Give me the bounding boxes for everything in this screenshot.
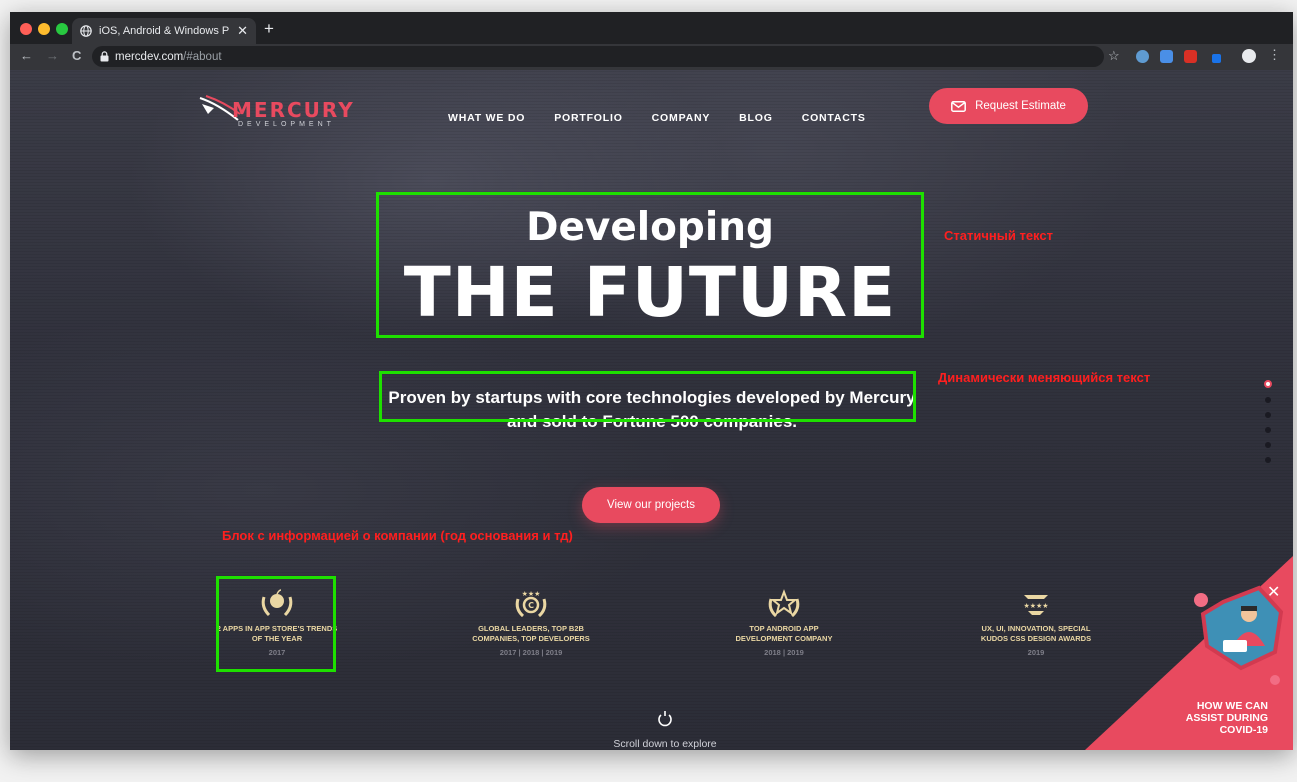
svg-text:★★★★: ★★★★ [1023, 602, 1048, 610]
award-year: 2018 | 2019 [764, 648, 804, 657]
mercury-logo[interactable]: MERCURY DEVELOPMENT [198, 92, 368, 132]
browser-tab[interactable]: iOS, Android & Windows Phone ✕ [72, 18, 256, 44]
award-text: TOP ANDROID APP DEVELOPMENT COMPANY [735, 624, 833, 643]
back-button[interactable]: ← [20, 48, 33, 63]
view-projects-button[interactable]: View our projects [582, 487, 720, 523]
browser-window: iOS, Android & Windows Phone ✕ + ← → C m… [10, 12, 1293, 750]
covid-banner-text[interactable]: HOW WE CAN ASSIST DURING COVID-19 [1158, 700, 1268, 736]
annotation-box-company [216, 576, 336, 672]
section-dot[interactable] [1265, 457, 1271, 463]
section-dot[interactable] [1265, 412, 1271, 418]
tab-strip: iOS, Android & Windows Phone ✕ + [10, 12, 1293, 44]
address-bar[interactable]: mercdev.com /#about [92, 46, 1104, 67]
nav-contacts[interactable]: CONTACTS [802, 112, 866, 124]
close-window-button[interactable] [20, 23, 32, 35]
award-css-design: ★★★★ UX, UI, INNOVATION, SPECIAL KUDOS C… [973, 587, 1099, 657]
request-estimate-label: Request Estimate [975, 100, 1066, 112]
svg-text:C: C [528, 601, 534, 610]
url-host: mercdev.com [115, 50, 184, 63]
reload-button[interactable]: C [72, 48, 81, 63]
minimize-window-button[interactable] [38, 23, 50, 35]
award-year: 2017 | 2018 | 2019 [499, 648, 563, 657]
scroll-hint: Scroll down to explore [613, 738, 717, 750]
nav-blog[interactable]: BLOG [739, 112, 773, 124]
annotation-box-static [376, 192, 924, 338]
section-pagination [1264, 380, 1272, 472]
annotation-static-text: Статичный текст [944, 228, 1053, 243]
zoom-window-button[interactable] [56, 23, 68, 35]
annotation-box-dynamic [379, 371, 916, 422]
nav-company[interactable]: COMPANY [652, 112, 711, 124]
section-dot[interactable] [1265, 442, 1271, 448]
tab-close-icon[interactable]: ✕ [237, 23, 248, 39]
extension-icon[interactable] [1136, 50, 1149, 63]
section-dot[interactable] [1265, 397, 1271, 403]
annotation-company-block: Блок с информацией о компании (год основ… [222, 528, 573, 543]
star-laurel-icon [768, 589, 800, 618]
star-icon[interactable]: ☆ [1108, 48, 1120, 64]
award-clutch: C ★★★ GLOBAL LEADERS, TOP B2B COMPANIES,… [468, 587, 594, 657]
css-awards-icon: ★★★★ [1023, 595, 1049, 615]
globe-icon [80, 25, 92, 37]
award-text: UX, UI, INNOVATION, SPECIAL KUDOS CSS DE… [980, 624, 1092, 643]
translate-extension-icon[interactable] [1160, 50, 1173, 63]
annotation-dynamic-text: Динамически меняющийся текст [938, 370, 1151, 385]
new-tab-button[interactable]: + [264, 19, 274, 39]
nav-what-we-do[interactable]: WHAT WE DO [448, 112, 525, 124]
main-nav: WHAT WE DO PORTFOLIO COMPANY BLOG CONTAC… [448, 112, 866, 124]
logo-subtitle: DEVELOPMENT [238, 121, 335, 128]
section-dot-active[interactable] [1264, 380, 1272, 388]
award-year: 2019 [1027, 648, 1045, 657]
logo-name: MERCURY [232, 98, 355, 122]
covid-close-icon[interactable]: ✕ [1267, 582, 1280, 602]
scroll-down-icon[interactable] [657, 710, 673, 728]
lock-icon [100, 51, 109, 62]
profile-avatar-icon[interactable] [1242, 49, 1256, 63]
browser-menu-icon[interactable]: ⋮ [1268, 47, 1281, 63]
envelope-icon [951, 100, 967, 112]
browser-toolbar: ← → C mercdev.com /#about ☆ ⋮ [10, 44, 1293, 70]
section-dot[interactable] [1265, 427, 1271, 433]
tab-title: iOS, Android & Windows Phone [99, 25, 230, 37]
request-estimate-button[interactable]: Request Estimate [929, 88, 1088, 124]
award-android: TOP ANDROID APP DEVELOPMENT COMPANY 2018… [721, 587, 847, 657]
lastpass-extension-icon[interactable] [1184, 50, 1197, 63]
url-path: /#about [183, 50, 222, 63]
forward-button[interactable]: → [46, 48, 59, 63]
award-text: GLOBAL LEADERS, TOP B2B COMPANIES, TOP D… [472, 624, 590, 643]
svg-text:★★★: ★★★ [522, 590, 541, 598]
clutch-laurel-icon: C ★★★ [515, 590, 547, 618]
nav-portfolio[interactable]: PORTFOLIO [554, 112, 622, 124]
extension-icon-blue[interactable] [1212, 54, 1221, 63]
website-page: MERCURY DEVELOPMENT WHAT WE DO PORTFOLIO… [10, 70, 1293, 750]
